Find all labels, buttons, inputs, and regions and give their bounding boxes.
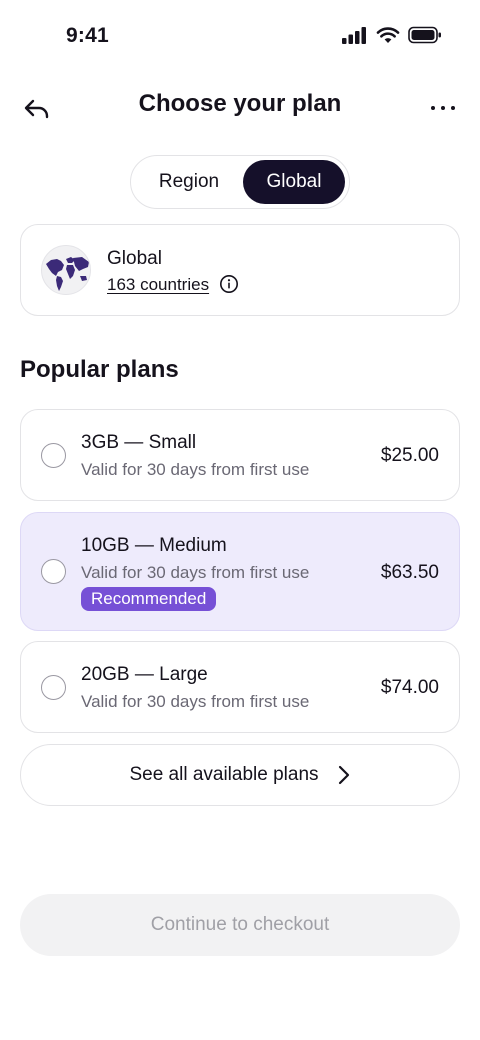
plan-price: $63.50 bbox=[380, 562, 439, 583]
section-title: Popular plans bbox=[20, 356, 179, 383]
plan-radio[interactable] bbox=[41, 559, 66, 584]
status-time: 9:41 bbox=[66, 24, 109, 47]
countries-link[interactable]: 163 countries bbox=[107, 275, 209, 295]
see-all-plans-label: See all available plans bbox=[129, 764, 319, 785]
plan-name: 3GB — Small bbox=[81, 432, 197, 453]
tab-region[interactable]: Region bbox=[137, 160, 241, 204]
chevron-right-icon bbox=[338, 765, 349, 785]
plan-price: $25.00 bbox=[380, 445, 439, 466]
region-name: Global bbox=[107, 248, 162, 269]
plan-validity: Valid for 30 days from first use bbox=[81, 563, 310, 582]
more-icon bbox=[431, 106, 435, 110]
signal-icon bbox=[342, 27, 366, 44]
plan-name: 20GB — Large bbox=[81, 664, 208, 685]
more-icon-dot bbox=[451, 106, 455, 110]
tab-global[interactable]: Global bbox=[243, 160, 345, 204]
plan-validity: Valid for 30 days from first use bbox=[81, 460, 310, 479]
battery-icon bbox=[408, 26, 441, 44]
plan-card-medium[interactable]: 10GB — Medium Valid for 30 days from fir… bbox=[20, 512, 460, 631]
wifi-icon bbox=[376, 27, 400, 43]
region-card[interactable]: Global 163 countries bbox=[20, 224, 460, 316]
see-all-plans-button[interactable]: See all available plans bbox=[20, 744, 460, 806]
plan-name: 10GB — Medium bbox=[81, 535, 227, 556]
plan-radio[interactable] bbox=[41, 675, 66, 700]
plan-card-large[interactable]: 20GB — Large Valid for 30 days from firs… bbox=[20, 641, 460, 733]
info-icon[interactable] bbox=[219, 274, 239, 294]
plan-radio[interactable] bbox=[41, 443, 66, 468]
more-button[interactable] bbox=[426, 96, 460, 120]
plan-price: $74.00 bbox=[380, 677, 439, 698]
plan-validity: Valid for 30 days from first use bbox=[81, 692, 310, 711]
more-icon-dot bbox=[441, 106, 445, 110]
globe-icon bbox=[41, 245, 91, 295]
page-title: Choose your plan bbox=[138, 90, 342, 117]
recommended-badge: Recommended bbox=[81, 587, 217, 611]
plan-scope-toggle: Region Global bbox=[130, 155, 350, 209]
continue-to-checkout-button[interactable]: Continue to checkout bbox=[20, 894, 460, 956]
status-icons bbox=[342, 26, 442, 44]
plan-card-small[interactable]: 3GB — Small Valid for 30 days from first… bbox=[20, 409, 460, 501]
screen: 9:41 Choose your plan Region Global Glob… bbox=[0, 0, 480, 1040]
